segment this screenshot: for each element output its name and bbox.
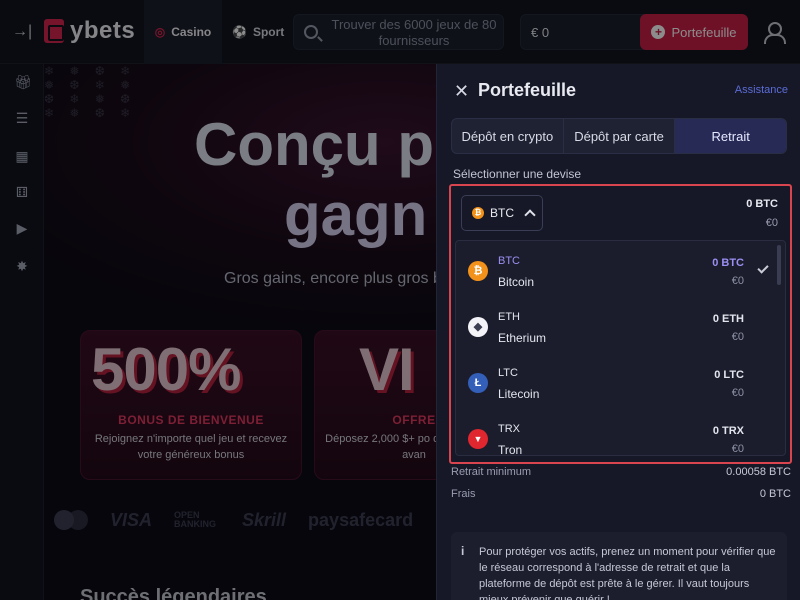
wallet-drawer: ✕ Portefeuille Assistance Dépôt en crypt… bbox=[436, 64, 800, 600]
min-withdraw-value: 0.00058 BTC bbox=[726, 466, 791, 478]
drawer-title: Portefeuille bbox=[478, 80, 577, 100]
currency-fiat: €0 bbox=[731, 443, 744, 455]
min-withdraw-row: Retrait minimum 0.00058 BTC bbox=[451, 466, 791, 482]
currency-dropdown-button[interactable]: ₿ BTC bbox=[461, 195, 543, 231]
fees-value: 0 BTC bbox=[759, 488, 791, 500]
selected-currency-code: BTC bbox=[490, 206, 514, 220]
wallet-tabs: Dépôt en crypto Dépôt par carte Retrait bbox=[451, 118, 787, 154]
currency-code: BTC bbox=[498, 255, 520, 267]
currency-amount: 0 TRX bbox=[712, 425, 744, 437]
currency-code: TRX bbox=[498, 423, 520, 435]
currency-name: Tron bbox=[498, 443, 523, 456]
fees-label: Frais bbox=[451, 488, 476, 500]
info-icon: i bbox=[461, 544, 465, 558]
tron-coin-icon: ▼ bbox=[468, 429, 488, 449]
close-icon[interactable]: ✕ bbox=[454, 82, 469, 100]
app-root: →| ybets ◎ Casino ⚽ Sport Trouver des 60… bbox=[0, 0, 800, 600]
currency-fiat: €0 bbox=[731, 331, 744, 343]
notice-text: Pour protéger vos actifs, prenez un mome… bbox=[479, 546, 776, 600]
btc-coin-icon: ₿ bbox=[472, 207, 484, 219]
security-notice: i Pour protéger vos actifs, prenez un mo… bbox=[451, 532, 787, 600]
currency-name: Etherium bbox=[498, 331, 547, 345]
currency-field-label: Sélectionner une devise bbox=[453, 167, 582, 181]
currency-code: LTC bbox=[498, 367, 518, 379]
assistance-link[interactable]: Assistance bbox=[735, 84, 788, 96]
fees-row: Frais 0 BTC bbox=[451, 488, 791, 504]
currency-amount: 0 LTC bbox=[714, 369, 744, 381]
selected-fiat-balance: €0 bbox=[765, 217, 778, 229]
currency-amount: 0 BTC bbox=[712, 257, 744, 269]
currency-name: Bitcoin bbox=[498, 275, 535, 289]
tab-withdraw[interactable]: Retrait bbox=[675, 119, 787, 153]
currency-name: Litecoin bbox=[498, 387, 540, 401]
selected-balance: 0 BTC bbox=[746, 198, 778, 210]
currency-select[interactable]: ₿ BTC 0 BTC €0 bbox=[455, 190, 786, 238]
currency-option-btc[interactable]: ₿ BTC Bitcoin 0 BTC €0 bbox=[456, 241, 776, 297]
check-icon bbox=[757, 262, 769, 274]
min-withdraw-label: Retrait minimum bbox=[451, 466, 532, 478]
scrollbar[interactable] bbox=[777, 245, 781, 285]
currency-option-eth[interactable]: ◆ ETH Etherium 0 ETH €0 bbox=[456, 297, 776, 353]
tab-card-deposit[interactable]: Dépôt par carte bbox=[564, 119, 676, 153]
litecoin-coin-icon: Ł bbox=[468, 373, 488, 393]
currency-dropdown-list: ₿ BTC Bitcoin 0 BTC €0 ◆ ETH Etherium 0 … bbox=[455, 240, 786, 456]
bitcoin-coin-icon: ₿ bbox=[468, 261, 488, 281]
currency-fiat: €0 bbox=[731, 387, 744, 399]
currency-fiat: €0 bbox=[731, 275, 744, 287]
chevron-up-icon bbox=[524, 209, 536, 221]
ethereum-coin-icon: ◆ bbox=[468, 317, 488, 337]
currency-option-trx[interactable]: ▼ TRX Tron 0 TRX €0 bbox=[456, 409, 776, 456]
currency-option-ltc[interactable]: Ł LTC Litecoin 0 LTC €0 bbox=[456, 353, 776, 409]
currency-code: ETH bbox=[498, 311, 520, 323]
currency-amount: 0 ETH bbox=[712, 313, 744, 325]
tab-crypto-deposit[interactable]: Dépôt en crypto bbox=[452, 119, 564, 153]
